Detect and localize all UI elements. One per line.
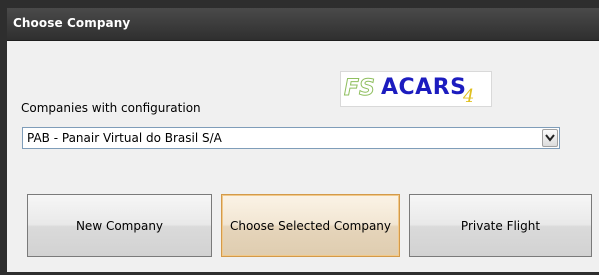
new-company-button[interactable]: New Company: [27, 194, 212, 257]
dropdown-arrow-button[interactable]: [542, 129, 558, 147]
company-select-value: PAB - Panair Virtual do Brasil S/A: [27, 131, 222, 145]
window-title: Choose Company: [13, 16, 131, 30]
fsacars-logo: FS ACARS 4: [340, 71, 492, 107]
choose-company-window: Choose Company FS ACARS 4 Companies with…: [0, 0, 599, 275]
title-bar[interactable]: Choose Company: [7, 8, 599, 41]
logo-version-text: 4: [463, 86, 475, 107]
logo-fs-text: FS: [344, 76, 376, 102]
chevron-down-icon: [545, 134, 555, 142]
logo-acars-text: ACARS: [381, 75, 467, 100]
companies-label: Companies with configuration: [21, 101, 201, 115]
company-select[interactable]: PAB - Panair Virtual do Brasil S/A: [22, 127, 560, 149]
choose-selected-company-button[interactable]: Choose Selected Company: [221, 194, 400, 257]
private-flight-button[interactable]: Private Flight: [409, 194, 592, 257]
dialog-content: FS ACARS 4 Companies with configuration …: [7, 41, 599, 272]
